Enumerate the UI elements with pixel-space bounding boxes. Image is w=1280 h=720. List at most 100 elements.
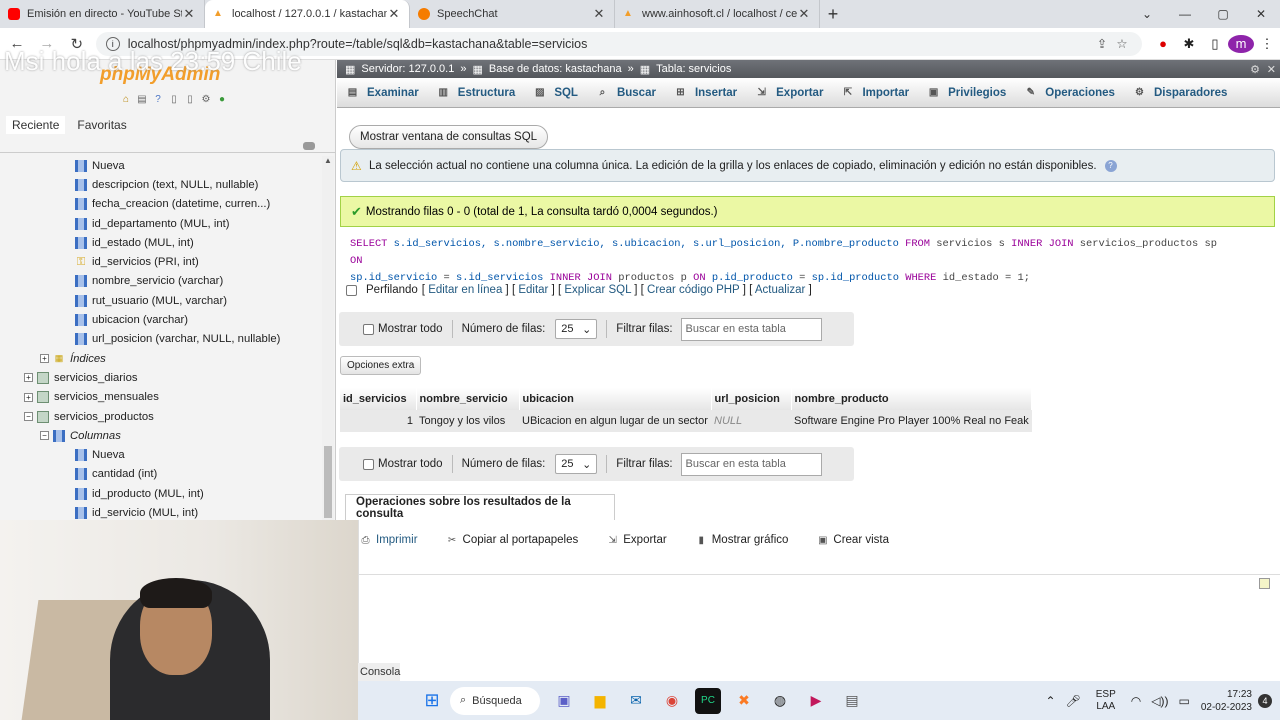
column-header[interactable]: ubicacion (519, 388, 712, 410)
collapse-icon[interactable]: − (24, 412, 33, 421)
column-header[interactable]: nombre_servicio (416, 388, 520, 410)
tree-item[interactable]: ubicacion (varchar) (0, 310, 322, 329)
extra-options-button[interactable]: Opciones extra (340, 356, 422, 375)
help-icon[interactable]: ? (151, 94, 165, 106)
tree-item[interactable]: Nueva (0, 445, 322, 464)
menu-tab-exportar[interactable]: ⇲ Exportar (746, 78, 832, 108)
tree-item[interactable]: id_departamento (MUL, int) (0, 214, 322, 233)
menu-dots-icon[interactable]: ⋮ (1254, 36, 1280, 52)
opera-icon[interactable]: ● (1150, 36, 1176, 51)
xampp-icon[interactable]: ✖ (731, 688, 757, 714)
menu-tab-disparadores[interactable]: ⚙ Disparadores (1124, 78, 1237, 108)
operation-print[interactable]: ⎙ Imprimir (359, 534, 418, 546)
chevron-down-icon[interactable]: ⌄ (1128, 0, 1166, 28)
browser-tab-ainhosoft[interactable]: ▲ www.ainhosoft.cl / localhost / ce ✕ (615, 0, 820, 28)
terminal-icon[interactable]: ▤ (839, 688, 865, 714)
close-icon[interactable]: ✕ (592, 6, 606, 22)
bookmark-star-icon[interactable]: ☆ (1112, 36, 1132, 51)
menu-tab-sql[interactable]: ▨ SQL (524, 78, 587, 108)
tree-item[interactable]: − servicios_productos (0, 407, 322, 426)
menu-tab-estructura[interactable]: ▥ Estructura (428, 78, 525, 108)
maximize-button[interactable]: ▢ (1204, 0, 1242, 28)
tree-item[interactable]: descripcion (text, NULL, nullable) (0, 175, 322, 194)
new-tab-button[interactable]: + (820, 0, 846, 28)
profiling-link[interactable]: Explicar SQL (564, 284, 631, 296)
expand-icon[interactable]: + (24, 392, 33, 402)
puzzle-icon[interactable]: ✱ (1176, 36, 1202, 52)
breadcrumb-server[interactable]: Servidor: 127.0.0.1 (361, 63, 454, 75)
chevron-up-icon[interactable]: ⌃ (1045, 694, 1055, 708)
reload-nav-icon[interactable]: ● (215, 94, 229, 106)
browser-tab-phpmyadmin[interactable]: ▲ localhost / 127.0.0.1 / kastachana ✕ (205, 0, 410, 28)
column-header[interactable]: nombre_producto (791, 388, 1033, 410)
collapse-icon[interactable]: − (40, 431, 49, 441)
tree-scrollbar[interactable]: ▲ (322, 156, 334, 520)
tree-item[interactable]: + servicios_mensuales (0, 388, 322, 407)
chat-icon[interactable]: ▣ (551, 688, 577, 714)
browser-tab-speechchat[interactable]: SpeechChat ✕ (410, 0, 615, 28)
sticky-note-icon[interactable] (1259, 578, 1270, 589)
menu-tab-insertar[interactable]: ⊞ Insertar (665, 78, 746, 108)
tree-item[interactable]: url_posicion (varchar, NULL, nullable) (0, 330, 322, 349)
sql-query-display[interactable]: SELECT s.id_servicios, s.nombre_servicio… (350, 236, 1230, 287)
share-icon[interactable]: ⇪ (1092, 36, 1112, 51)
breadcrumb-table[interactable]: Tabla: servicios (656, 63, 731, 75)
profiling-link[interactable]: Editar en línea (428, 284, 502, 296)
expand-icon[interactable]: + (40, 354, 49, 364)
microphone-icon[interactable]: 🎤︎ (1066, 694, 1081, 708)
operation-view[interactable]: ▣ Crear vista (816, 534, 889, 546)
tree-item[interactable]: id_servicio (MUL, int) (0, 503, 322, 520)
tree-item[interactable]: + servicios_diarios (0, 368, 322, 387)
column-header[interactable]: id_servicios (340, 388, 417, 410)
rows-select[interactable]: 25 ⌄ (555, 319, 598, 339)
column-header[interactable]: url_posicion (711, 388, 792, 410)
close-icon[interactable]: ✕ (797, 6, 811, 22)
scrollbar-thumb[interactable] (324, 446, 332, 518)
mail-icon[interactable]: ✉ (623, 688, 649, 714)
gear-icon[interactable]: ⚙ (1250, 63, 1260, 76)
avatar[interactable]: m (1228, 34, 1254, 53)
expand-icon[interactable]: + (24, 373, 33, 383)
rows-select[interactable]: 25 ⌄ (555, 454, 598, 474)
settings-icon[interactable]: ⚙ (199, 94, 213, 106)
tree-item[interactable]: rut_usuario (MUL, varchar) (0, 291, 322, 310)
battery-icon[interactable]: ▭ (1179, 694, 1190, 708)
tab-favorites[interactable]: Favoritas (71, 116, 132, 134)
breadcrumb-database[interactable]: Base de datos: kastachana (489, 63, 622, 75)
close-window-button[interactable]: ✕ (1242, 0, 1280, 28)
operation-export[interactable]: ⇲ Exportar (606, 534, 667, 546)
home-icon[interactable]: ⌂ (119, 94, 133, 106)
logout-icon[interactable]: ▤ (135, 94, 149, 106)
show-all-checkbox[interactable] (363, 458, 374, 470)
pycharm-icon[interactable]: PC (695, 687, 721, 714)
tree-item[interactable]: ⚿ id_servicios (PRI, int) (0, 252, 322, 271)
filter-rows-input[interactable]: Buscar en esta tabla (680, 452, 822, 476)
browser-tab-youtube[interactable]: Emisión en directo - YouTube Stu ✕ (0, 0, 205, 28)
docs-icon[interactable]: ▯ (167, 94, 181, 106)
console-button[interactable]: Consola (358, 663, 400, 681)
sidepanel-icon[interactable]: ▯ (1202, 36, 1228, 52)
profiling-link[interactable]: Actualizar (755, 284, 806, 296)
operation-clipboard[interactable]: ✂ Copiar al portapapeles (446, 534, 578, 546)
volume-icon[interactable]: ◁)) (1151, 694, 1168, 708)
table-cell[interactable]: Software Engine Pro Player 100% Real no … (791, 410, 1032, 432)
collapse-link-icon[interactable] (303, 142, 315, 150)
wifi-icon[interactable]: ◠ (1131, 694, 1141, 708)
windows-start-icon[interactable]: ⊞ (419, 688, 445, 714)
close-icon[interactable]: ✕ (182, 6, 196, 22)
tree-item[interactable]: nombre_servicio (varchar) (0, 272, 322, 291)
tree-item[interactable]: − Columnas (0, 426, 322, 445)
minimize-button[interactable]: — (1166, 0, 1204, 28)
scroll-up-icon[interactable]: ▲ (324, 156, 332, 165)
show-sql-query-button[interactable]: Mostrar ventana de consultas SQL (349, 125, 549, 149)
profiling-link[interactable]: Crear código PHP (647, 284, 739, 296)
table-cell[interactable]: 1 (340, 410, 416, 432)
profiling-link[interactable]: Editar (518, 284, 548, 296)
filter-rows-input[interactable]: Buscar en esta tabla (680, 317, 822, 341)
close-icon[interactable]: ✕ (387, 6, 401, 22)
clock[interactable]: 17:23 02-02-2023 (1201, 688, 1252, 714)
close-icon[interactable]: ✕ (1267, 63, 1276, 76)
operation-chart[interactable]: ▮ Mostrar gráfico (695, 534, 788, 546)
tab-recent[interactable]: Reciente (6, 116, 66, 134)
menu-tab-operaciones[interactable]: ✎ Operaciones (1015, 78, 1124, 108)
